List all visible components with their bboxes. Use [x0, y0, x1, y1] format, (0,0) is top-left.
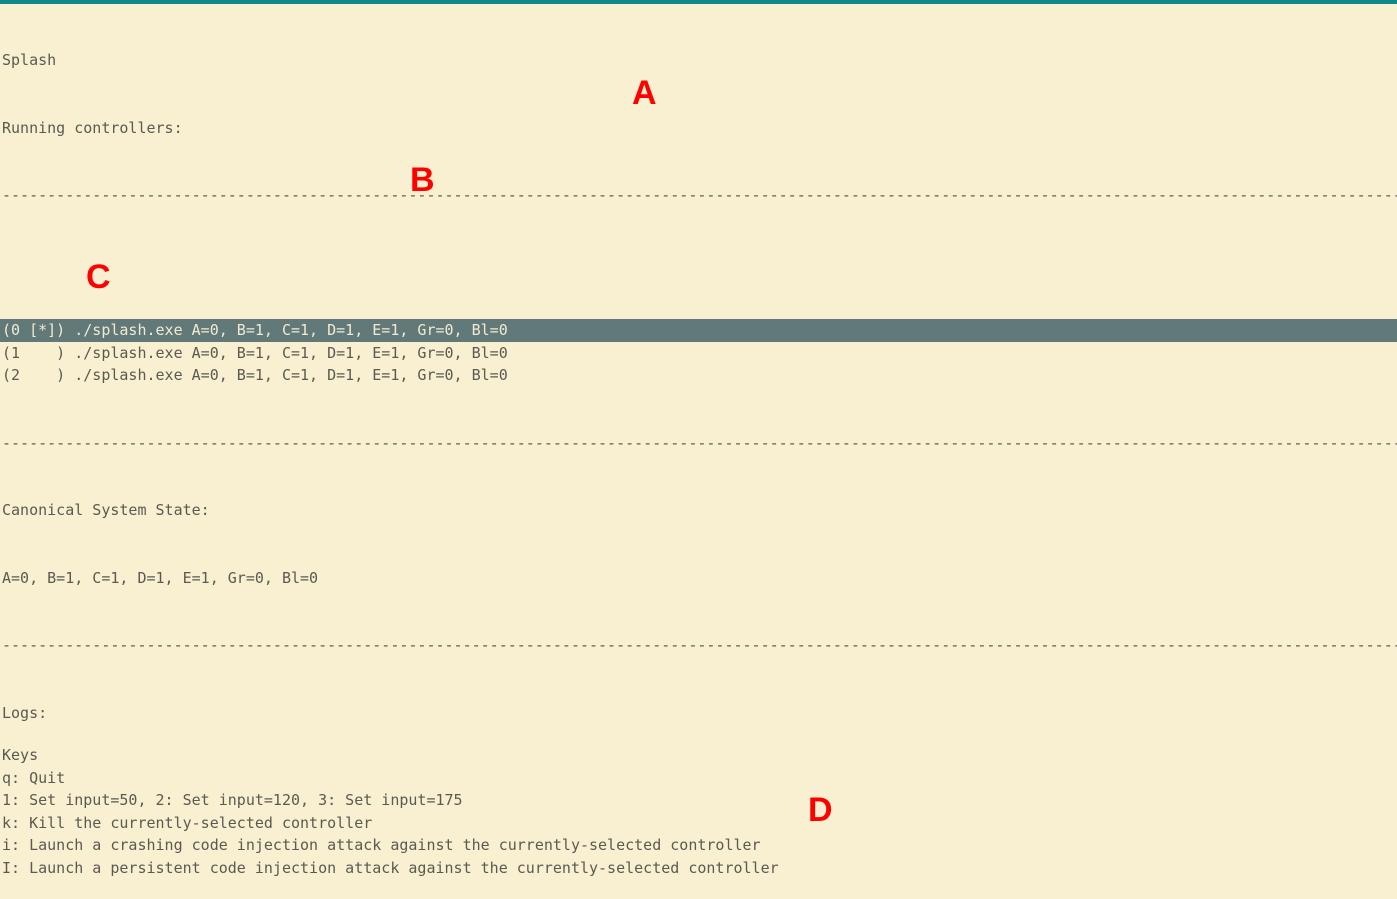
- keys-line: q: Quit: [0, 767, 1397, 790]
- keys-line: I: Launch a persistent code injection at…: [0, 857, 1397, 880]
- app-title: Splash: [0, 49, 1397, 72]
- state-value: A=0, B=1, C=1, D=1, E=1, Gr=0, Bl=0: [0, 567, 1397, 590]
- logs-header: Logs:: [0, 702, 1397, 725]
- empty-line: [0, 252, 1397, 275]
- controllers-list: (0 [*]) ./splash.exe A=0, B=1, C=1, D=1,…: [0, 319, 1397, 387]
- divider: ----------------------------------------…: [0, 634, 1397, 657]
- divider: ----------------------------------------…: [0, 184, 1397, 207]
- controller-row[interactable]: (1 ) ./splash.exe A=0, B=1, C=1, D=1, E=…: [0, 342, 1397, 365]
- controller-row[interactable]: (2 ) ./splash.exe A=0, B=1, C=1, D=1, E=…: [0, 364, 1397, 387]
- keys-line: 1: Set input=50, 2: Set input=120, 3: Se…: [0, 789, 1397, 812]
- keys-line: k: Kill the currently-selected controlle…: [0, 812, 1397, 835]
- controllers-header: Running controllers:: [0, 117, 1397, 140]
- state-header: Canonical System State:: [0, 499, 1397, 522]
- divider: ----------------------------------------…: [0, 432, 1397, 455]
- controller-row[interactable]: (0 [*]) ./splash.exe A=0, B=1, C=1, D=1,…: [0, 319, 1397, 342]
- keys-header: Keys: [0, 744, 1397, 767]
- terminal-screen[interactable]: Splash Running controllers: ------------…: [0, 4, 1397, 747]
- keys-help: Keys q: Quit 1: Set input=50, 2: Set inp…: [0, 744, 1397, 879]
- keys-line: i: Launch a crashing code injection atta…: [0, 834, 1397, 857]
